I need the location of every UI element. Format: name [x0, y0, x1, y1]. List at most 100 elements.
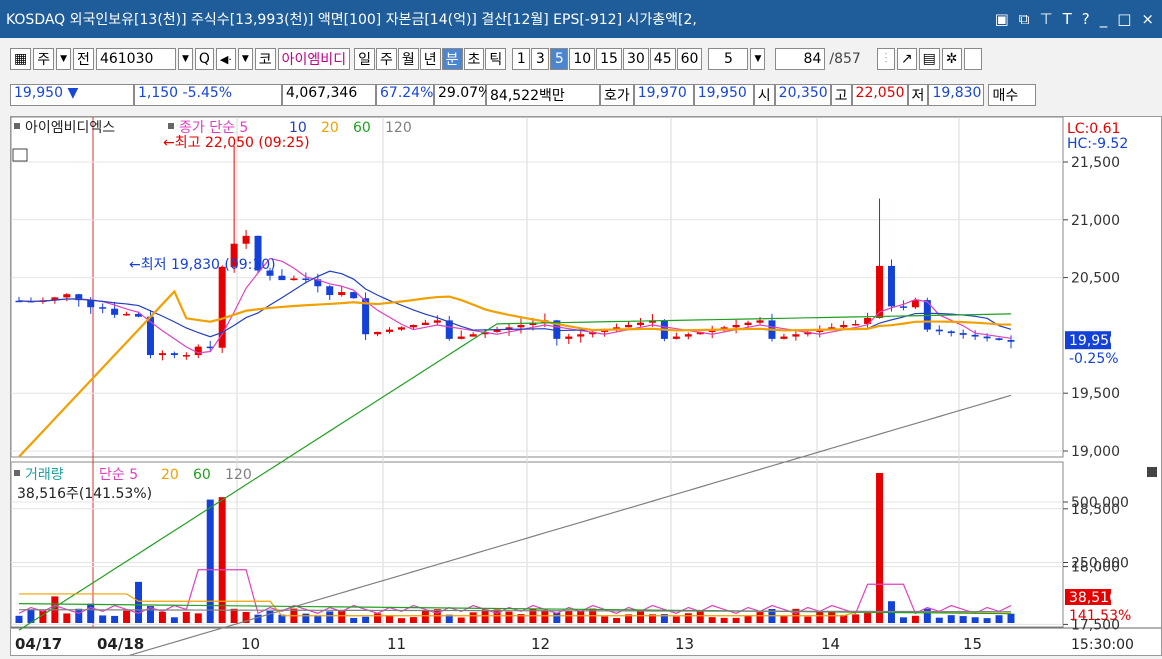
volume-bar [194, 613, 202, 623]
calendar-icon [12, 148, 28, 162]
minute-button-30[interactable]: 30 [622, 48, 649, 70]
volume-bar [959, 616, 967, 623]
period-group: 일주월년분초틱 [354, 48, 507, 70]
volume-bar [876, 472, 884, 623]
close-panel-icon [1147, 467, 1157, 477]
price-panel-frame [10, 116, 1064, 458]
period-button-5[interactable]: 초 [463, 48, 485, 70]
minute-button-3[interactable]: 3 [531, 48, 550, 70]
volume-bar [170, 617, 178, 623]
volume-tick-label: 250,000 [1071, 556, 1129, 572]
chevron-down-icon[interactable]: ▼ [750, 48, 766, 70]
price-legend-ma: 20 [321, 120, 339, 136]
title-bar: KOSDAQ 외국인보유[13(천)] 주식수[13,993(천)] 액면[10… [0, 0, 1162, 38]
chevron-down-icon[interactable]: ▼ [237, 48, 253, 70]
volume-bar [911, 615, 919, 623]
help-icon[interactable]: ? [1082, 10, 1090, 28]
save-icon[interactable]: ▤ [918, 48, 940, 70]
volume-bar [182, 611, 190, 623]
text-icon[interactable]: T [1063, 10, 1072, 28]
checkbox[interactable] [963, 48, 982, 70]
minute-button-45[interactable]: 45 [649, 48, 676, 70]
window-title: KOSDAQ 외국인보유[13(천)] 주식수[13,993(천)] 액면[10… [6, 12, 697, 28]
grid-icon[interactable]: ▦ [10, 48, 32, 70]
volume-bar [636, 610, 644, 623]
candle-body [887, 265, 895, 307]
volume-bar [852, 614, 860, 623]
candle-body [840, 324, 848, 328]
volume-bar [75, 608, 83, 623]
count-input[interactable]: 84 [775, 48, 826, 70]
candle-body [99, 307, 107, 309]
interval-select[interactable]: 5 [708, 48, 749, 70]
hc-label: HC:-9.52 [1067, 136, 1128, 152]
price-legend-ma-label: 종가 단순 5 [179, 120, 248, 136]
volume-bar [254, 614, 262, 623]
volume-bar [457, 617, 465, 623]
compare-icon[interactable]: ⫶ [876, 48, 895, 70]
volume-bar [99, 615, 107, 623]
copy-icon[interactable]: ⧉ [1019, 10, 1030, 28]
price-legend-name: 아이엠비디엑스 [25, 120, 115, 136]
jeon-button[interactable]: 전 [73, 48, 94, 70]
volume-bar [541, 610, 549, 623]
candle-body [386, 329, 394, 332]
market-label: 코 [254, 48, 276, 70]
pct1: 67.24% [376, 84, 434, 106]
x-axis-label: 11 [387, 635, 406, 653]
minute-button-5[interactable]: 5 [550, 48, 569, 70]
period-button-3[interactable]: 년 [419, 48, 441, 70]
period-button-2[interactable]: 월 [397, 48, 419, 70]
candle-body [433, 320, 441, 323]
close-icon[interactable]: × [1141, 10, 1154, 28]
arrow-down-icon: ▼ [67, 85, 79, 101]
window-icon[interactable]: ▣ [995, 10, 1009, 28]
period-button-0[interactable]: 일 [354, 48, 375, 70]
price-legend-ma: 60 [353, 120, 371, 136]
buy-button[interactable]: 매수 [988, 84, 1037, 106]
volume-bar [1007, 613, 1015, 623]
candle-body [565, 336, 573, 339]
minute-button-10[interactable]: 10 [569, 48, 596, 70]
chevron-down-icon[interactable]: ▼ [177, 48, 193, 70]
candle-body [852, 323, 860, 326]
stock-name: 아이엠비디 [277, 48, 351, 70]
chevron-down-icon[interactable]: ▼ [56, 48, 72, 70]
last-price-value: 19,950 [1069, 333, 1118, 349]
candle-body [959, 333, 967, 335]
chart-svg[interactable]: 21,50021,00020,50019,50019,00018,50018,0… [10, 116, 1161, 659]
period-button-4[interactable]: 분 [441, 48, 463, 70]
search-icon[interactable]: Q [194, 48, 214, 70]
pin-icon[interactable]: ⊤ [1040, 10, 1053, 28]
x-axis-label: 10 [241, 635, 260, 653]
high-label: 고 [830, 84, 852, 106]
volume-bar [135, 581, 143, 623]
chart-area[interactable]: 21,500 21,000 20,500 19,500 19,000 18,500 18,0… [10, 116, 1162, 659]
price-tick-label: 21,000 [1071, 213, 1120, 229]
volume-bar [206, 499, 214, 623]
minute-button-15[interactable]: 15 [596, 48, 622, 70]
code-input[interactable]: 461030 [95, 48, 176, 70]
last-volume-pct: 141.53% [1069, 608, 1131, 624]
volume-bar [672, 616, 680, 623]
low: 19,830 [928, 84, 985, 106]
open-label: 시 [753, 84, 775, 106]
minimize-icon[interactable]: _ [1100, 10, 1108, 28]
minute-button-60[interactable]: 60 [676, 48, 703, 70]
candle-body [744, 322, 752, 325]
tool-icon[interactable]: ↗ [896, 48, 917, 70]
candle-body [732, 324, 740, 328]
kind-select[interactable]: 주 [33, 48, 55, 70]
gear-icon[interactable]: ✲ [941, 48, 962, 70]
volume-legend-name: 거래량 [25, 467, 64, 483]
candle-body [194, 346, 202, 356]
maximize-icon[interactable]: □ [1117, 10, 1131, 28]
candle-body [947, 331, 955, 334]
sound-icon[interactable]: ◀· [215, 48, 236, 70]
period-button-1[interactable]: 주 [375, 48, 397, 70]
last-volume-value: 38,516 [1069, 590, 1118, 606]
volume-bar [374, 613, 382, 623]
volume-bar [577, 611, 585, 623]
period-button-6[interactable]: 틱 [485, 48, 507, 70]
minute-button-1[interactable]: 1 [512, 48, 531, 70]
